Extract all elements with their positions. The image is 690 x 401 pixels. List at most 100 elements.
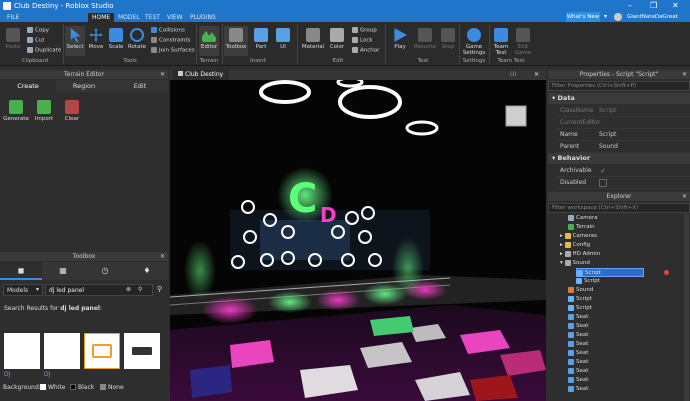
tree-item[interactable]: Seat — [568, 349, 588, 358]
tree-item[interactable]: Seat — [568, 322, 588, 331]
properties-section-behavior[interactable]: ▾ Behavior — [548, 153, 690, 164]
toolbox-item-thumbnail[interactable] — [84, 333, 120, 369]
view-cube[interactable] — [505, 105, 527, 127]
stop-button[interactable]: Stop — [439, 28, 457, 50]
tab-edit[interactable]: Edit — [112, 80, 168, 92]
tab-creations-bulb-icon[interactable]: ♦ — [126, 262, 168, 280]
tab-model[interactable]: MODEL — [114, 13, 144, 22]
search-icon[interactable]: ⚲ — [138, 286, 142, 293]
filter-icon[interactable]: ⚲ — [157, 285, 162, 293]
lock-button[interactable]: Lock — [352, 37, 373, 44]
tree-item[interactable]: Script — [576, 277, 600, 286]
tab-grid-icon[interactable]: ▦ — [42, 262, 84, 280]
disabled-checkbox[interactable] — [599, 179, 607, 187]
toolbox-item-label[interactable]: DJ — [4, 371, 10, 378]
close-icon[interactable]: ✕ — [682, 192, 687, 201]
resume-button[interactable]: Resume — [413, 28, 437, 50]
tree-item[interactable]: Sound — [568, 286, 593, 295]
select-tool-button[interactable]: Select — [65, 26, 85, 56]
toolbox-item-thumbnail[interactable] — [44, 333, 80, 369]
exit-game-button[interactable]: Exit Game — [513, 28, 533, 56]
bg-white-swatch[interactable] — [40, 384, 46, 390]
toolbox-button[interactable]: Toolbox — [224, 26, 248, 56]
properties-section-data[interactable]: ▾ Data — [548, 93, 690, 104]
property-row[interactable]: CurrentEditor — [556, 117, 690, 129]
tree-item-selected[interactable]: Script — [576, 268, 644, 277]
team-test-button[interactable]: Team Test — [491, 28, 511, 56]
tab-home[interactable]: HOME — [88, 13, 115, 22]
minimize-button[interactable]: – — [628, 1, 632, 10]
toolbox-search-input[interactable]: dj led panel ⊗ ⚲ — [45, 284, 153, 296]
game-settings-button[interactable]: Game Settings — [461, 28, 487, 56]
toolbox-item-thumbnail[interactable] — [124, 333, 160, 369]
anchor-button[interactable]: Anchor — [352, 47, 379, 54]
tree-item[interactable]: ▸ HD Admin — [560, 250, 600, 259]
property-row[interactable]: Archivable ✓ — [556, 165, 690, 177]
property-row[interactable]: ClassName Script — [556, 105, 690, 117]
join-surfaces-toggle[interactable]: Join Surfaces — [151, 47, 195, 54]
tab-plugins[interactable]: PLUGINS — [186, 13, 220, 22]
part-button[interactable]: Part — [251, 28, 271, 50]
tab-region[interactable]: Region — [56, 80, 112, 92]
scale-tool-button[interactable]: Scale — [106, 28, 126, 50]
tab-create[interactable]: Create — [0, 80, 56, 92]
paste-button[interactable]: Paste — [4, 28, 22, 50]
tree-item[interactable]: ▸ Config — [560, 241, 590, 250]
tree-item[interactable]: Terrain — [568, 223, 595, 232]
bg-black-swatch[interactable] — [70, 384, 76, 390]
property-row[interactable]: Name Script — [556, 129, 690, 141]
terrain-import-button[interactable]: Import — [31, 100, 57, 122]
duplicate-button[interactable]: Duplicate — [27, 47, 61, 54]
terrain-editor-button[interactable]: Editor — [199, 26, 219, 56]
tree-item[interactable]: Seat — [568, 376, 588, 385]
scrollbar[interactable] — [684, 214, 689, 401]
toolbox-item-thumbnail[interactable] — [4, 333, 40, 369]
properties-filter-input[interactable]: Filter Properties (Ctrl+Shift+P) — [548, 81, 690, 91]
color-button[interactable]: Color — [327, 28, 347, 50]
maximize-button[interactable]: ❐ — [650, 1, 657, 10]
user-avatar[interactable] — [614, 13, 622, 21]
tab-inventory-bag-icon[interactable]: ◼ — [0, 262, 42, 280]
material-button[interactable]: Material — [301, 28, 325, 50]
tab-recent-clock-icon[interactable]: ◷ — [84, 262, 126, 280]
group-button[interactable]: Group — [352, 27, 377, 34]
tab-view[interactable]: VIEW — [163, 13, 187, 22]
cut-button[interactable]: Cut — [27, 37, 44, 44]
constraints-toggle[interactable]: Constraints — [151, 37, 190, 44]
ui-button[interactable]: UI — [274, 28, 292, 50]
tree-item[interactable]: Seat — [568, 313, 588, 322]
play-button[interactable]: Play — [389, 28, 411, 50]
toolbox-item-label[interactable]: DJ — [44, 371, 50, 378]
tree-item[interactable]: Seat — [568, 367, 588, 376]
chevron-down-icon[interactable]: ▾ — [604, 13, 607, 20]
collisions-toggle[interactable]: Collisions — [151, 27, 185, 34]
property-row[interactable]: Disabled — [556, 177, 690, 189]
move-tool-button[interactable]: Move — [86, 28, 106, 50]
rotate-tool-button[interactable]: Rotate — [126, 28, 148, 50]
tree-item[interactable]: Camera — [568, 214, 598, 223]
viewport-tab[interactable]: Club Destiny — [172, 70, 230, 80]
copy-button[interactable]: Copy — [27, 27, 49, 34]
3d-viewport[interactable]: C D — [170, 80, 546, 401]
close-icon[interactable]: ✕ — [682, 70, 687, 79]
bg-none-swatch[interactable] — [100, 384, 106, 390]
ui-visibility-toggle[interactable]: UI — [510, 71, 516, 78]
archivable-checkbox[interactable]: ✓ — [599, 167, 607, 175]
tree-item[interactable]: Seat — [568, 385, 588, 394]
property-row[interactable]: Parent Sound — [556, 141, 690, 153]
explorer-filter-input[interactable]: Filter workspace (Ctrl+Shift+X) — [548, 203, 690, 213]
tree-item[interactable]: ▸ Cameras — [560, 232, 597, 241]
tree-item[interactable]: Script — [568, 295, 592, 304]
username[interactable]: GiantNateDaGreat — [627, 14, 678, 20]
viewport-close-button[interactable]: ✕ — [534, 71, 539, 78]
category-dropdown[interactable]: Models ▾ — [3, 284, 43, 296]
tree-item[interactable]: Script — [568, 304, 592, 313]
close-icon[interactable]: ✕ — [160, 252, 165, 261]
tab-test[interactable]: TEST — [141, 13, 164, 22]
tree-item[interactable]: Seat — [568, 331, 588, 340]
whats-new-button[interactable]: What's New — [566, 12, 600, 22]
close-icon[interactable]: ✕ — [160, 70, 165, 79]
close-button[interactable]: ✕ — [672, 1, 679, 10]
clear-search-icon[interactable]: ⊗ — [126, 286, 131, 293]
tree-item[interactable]: Seat — [568, 358, 588, 367]
